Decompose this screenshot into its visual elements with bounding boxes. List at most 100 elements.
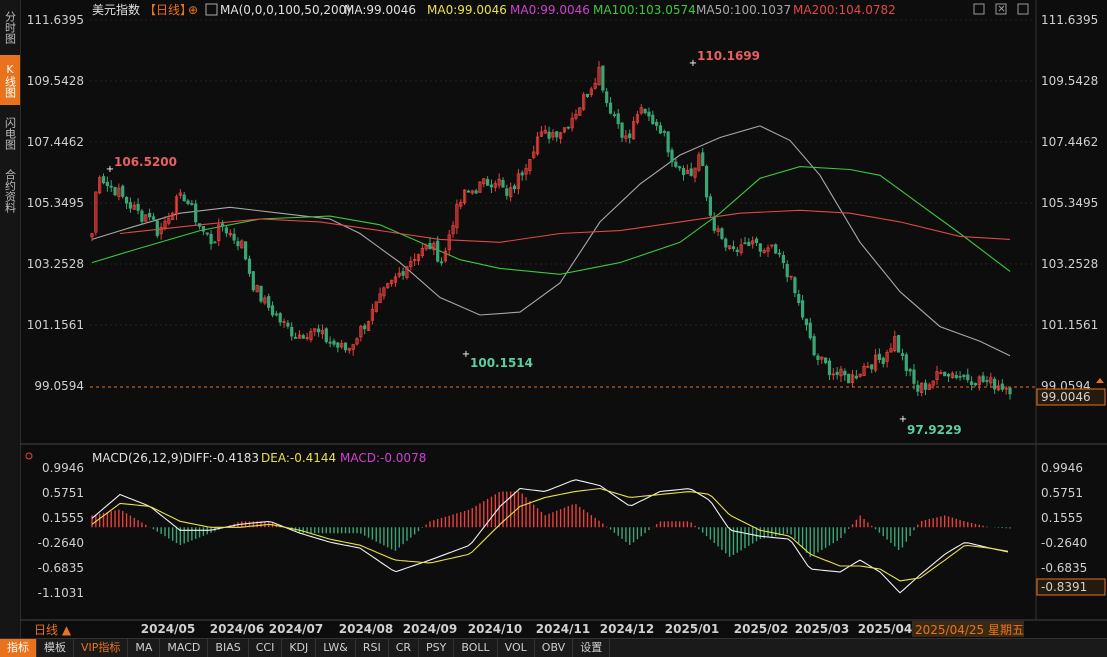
toolbar-item-12[interactable]: BOLL xyxy=(454,639,498,657)
x-axis-dates: 2024/05 2024/06 2024/07 2024/08 2024/09 2024/… xyxy=(141,622,912,636)
candle-body xyxy=(808,322,812,339)
maximize-icon[interactable] xyxy=(1017,3,1029,15)
macd-y-tick-right: 0.5751 xyxy=(1041,486,1083,500)
candle-body xyxy=(708,196,713,216)
candle-body xyxy=(247,258,252,274)
y-tick-right: 105.3495 xyxy=(1041,196,1098,210)
toolbar-item-7[interactable]: KDJ xyxy=(282,639,317,657)
candle-body xyxy=(712,216,716,231)
candle-body xyxy=(954,374,958,379)
toolbar-item-0[interactable]: 指标 xyxy=(0,639,37,657)
toolbar-item-6[interactable]: CCI xyxy=(249,639,283,657)
toolbar-item-1[interactable]: 模板 xyxy=(37,639,74,657)
candle-body xyxy=(290,326,294,337)
y-tick-left: 105.3495 xyxy=(27,196,84,210)
x-date-label: 2024/05 xyxy=(141,622,195,636)
dea-line xyxy=(91,487,1009,582)
candle-body xyxy=(897,335,901,353)
candle-body xyxy=(958,375,962,378)
candle-body xyxy=(332,340,336,345)
candle-body xyxy=(670,149,674,163)
candle-body xyxy=(908,369,912,372)
candle-body xyxy=(981,375,985,382)
period-selector[interactable]: 日线 ▲ xyxy=(34,623,72,637)
candle-body xyxy=(113,186,117,196)
candle-body xyxy=(244,241,248,260)
x-date-label: 2025/01 xyxy=(665,622,719,636)
candle-body xyxy=(870,364,874,370)
indicator-settings-icon[interactable] xyxy=(205,3,218,16)
candle-body xyxy=(643,108,647,114)
candle-body xyxy=(232,233,236,241)
toolbar-item-3[interactable]: MA xyxy=(128,639,161,657)
y-tick-left: 103.2528 xyxy=(27,257,84,271)
candle-body xyxy=(585,93,590,97)
price-marker-icon xyxy=(1096,378,1104,383)
toolbar-item-13[interactable]: VOL xyxy=(498,639,535,657)
ma50-line xyxy=(91,125,1011,357)
macd-y-tick-left: -0.6835 xyxy=(38,561,84,575)
toolbar-item-5[interactable]: BIAS xyxy=(208,639,249,657)
candle-body xyxy=(754,238,759,244)
candle-body xyxy=(336,342,340,348)
toolbar-item-9[interactable]: RSI xyxy=(356,639,389,657)
add-indicator-icon[interactable]: ⊕ xyxy=(188,3,198,17)
toolbar-item-8[interactable]: LW& xyxy=(316,639,356,657)
candle-body xyxy=(489,184,494,188)
ma-legend-item: MA:99.0046 xyxy=(344,3,416,17)
candle-body xyxy=(259,285,263,302)
candle-body xyxy=(923,382,928,390)
candle-body xyxy=(731,246,736,250)
toolbar-item-10[interactable]: CR xyxy=(389,639,420,657)
macd-y-tick-left: 0.1555 xyxy=(42,511,84,525)
y-tick-right: 109.5428 xyxy=(1041,74,1098,88)
candle-body xyxy=(655,121,659,126)
candle-body xyxy=(278,313,282,323)
candle-body xyxy=(1000,383,1004,390)
candle-body xyxy=(658,125,663,134)
price-chart[interactable]: 111.6395 111.6395 109.5428 109.5428 107.4462… xyxy=(0,0,1107,638)
y-tick-right: 107.4462 xyxy=(1041,135,1098,149)
candle-body xyxy=(651,114,655,125)
toolbar-item-2[interactable]: VIP指标 xyxy=(74,639,129,657)
candle-body xyxy=(681,168,686,176)
candle-body xyxy=(969,381,974,385)
toolbar-item-14[interactable]: OBV xyxy=(535,639,574,657)
toolbar-item-11[interactable]: PSY xyxy=(419,639,455,657)
x-date-label: 2024/07 xyxy=(269,622,323,636)
current-price-label: 99.0046 xyxy=(1041,390,1091,404)
candle-body xyxy=(777,252,782,255)
candle-body xyxy=(616,113,620,125)
macd-y-tick-left: 0.5751 xyxy=(42,486,84,500)
candle-body xyxy=(220,223,225,227)
macd-y-tick-left: 0.9946 xyxy=(42,461,84,475)
candle-body xyxy=(343,342,348,351)
candle-body xyxy=(973,383,978,386)
candle-body xyxy=(758,243,762,252)
y-tick-left: 107.4462 xyxy=(27,135,84,149)
candle-body xyxy=(678,166,682,169)
ma-legend-item: MA100:103.0574 xyxy=(593,3,696,17)
macd-y-tick-right: 0.1555 xyxy=(1041,511,1083,525)
period-tag[interactable]: 【日线】 xyxy=(144,3,192,17)
y-tick-right: 111.6395 xyxy=(1041,13,1098,27)
toolbar-item-15[interactable]: 设置 xyxy=(573,639,611,657)
candle-body xyxy=(270,305,275,316)
grid-lines: 111.6395 111.6395 109.5428 109.5428 107.4462… xyxy=(20,0,1107,621)
candle-body xyxy=(804,318,809,326)
extreme-marker: + xyxy=(462,349,470,360)
candle-body xyxy=(835,371,839,376)
candle-body xyxy=(151,216,156,220)
candle-body xyxy=(800,300,805,318)
candle-body xyxy=(505,188,509,196)
candle-body xyxy=(428,243,432,250)
y-tick-left: 109.5428 xyxy=(27,74,84,88)
candle-body xyxy=(474,190,478,194)
candle-body xyxy=(105,181,109,186)
macd-current-label: -0.8391 xyxy=(1041,580,1087,594)
macd-y-tick-right: 0.9946 xyxy=(1041,461,1083,475)
toolbar-item-4[interactable]: MACD xyxy=(160,639,209,657)
candle-body xyxy=(662,131,666,133)
candle-body xyxy=(847,373,851,384)
restore-icon[interactable] xyxy=(973,3,985,15)
